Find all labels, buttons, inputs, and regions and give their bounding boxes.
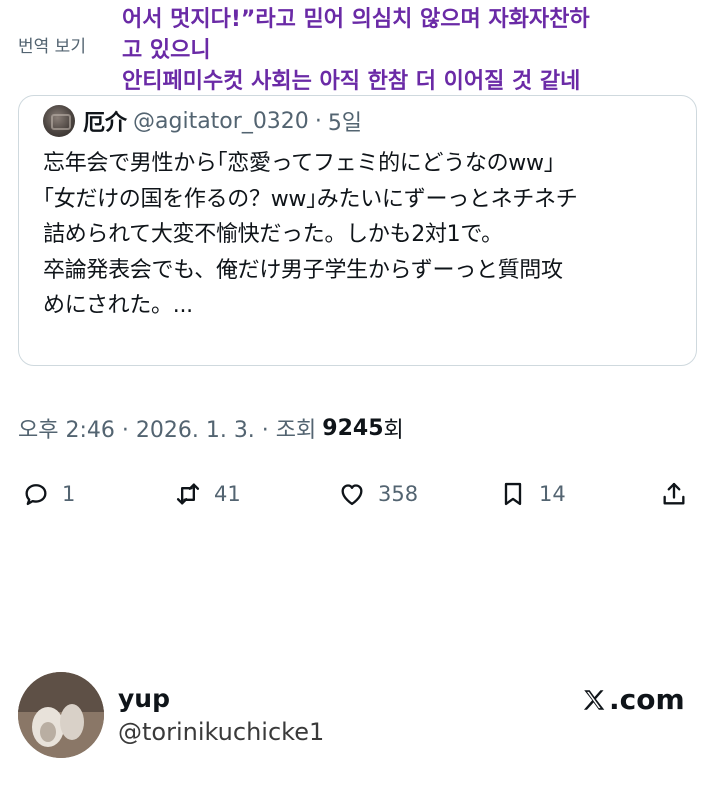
quoted-tweet-header: 厄介 @agitator_0320 · 5일 bbox=[43, 104, 362, 138]
quoted-tweet-time[interactable]: 5일 bbox=[328, 105, 362, 137]
brand-text: .com bbox=[609, 683, 685, 716]
dot-separator: · bbox=[314, 108, 322, 134]
quoted-author-avatar[interactable] bbox=[43, 105, 75, 137]
repost-count: 41 bbox=[214, 482, 241, 506]
quoted-author-name[interactable]: 厄介 bbox=[83, 105, 127, 137]
quoted-tweet-line: 卒論発表会でも、俺だけ男子学生からずーっと質問攻 bbox=[43, 257, 563, 283]
like-count: 358 bbox=[378, 482, 419, 506]
quoted-author-handle[interactable]: @agitator_0320 bbox=[133, 109, 309, 134]
translated-text: 어서 멋지다!”라고 믿어 의심치 않으며 자화자찬하 고 있으니 안티페미수컷… bbox=[122, 4, 702, 97]
heart-icon bbox=[341, 484, 363, 506]
action-bar: 1 41 358 14 bbox=[18, 476, 698, 512]
repost-arrows-icon bbox=[176, 483, 200, 505]
share-upload-icon bbox=[663, 482, 685, 505]
translated-line: 고 있으니 bbox=[122, 38, 211, 63]
like-button[interactable]: 358 bbox=[338, 476, 418, 512]
author-avatar[interactable] bbox=[18, 672, 104, 758]
views-count: 9245 bbox=[322, 415, 384, 441]
reply-button[interactable]: 1 bbox=[22, 476, 75, 512]
repost-button[interactable]: 41 bbox=[174, 476, 241, 512]
brand-watermark: .com bbox=[581, 683, 685, 716]
translated-line: 어서 멋지다!”라고 믿어 의심치 않으며 자화자찬하 bbox=[122, 7, 590, 32]
reply-count: 1 bbox=[62, 482, 76, 506]
quoted-tweet-line: 詰められて大変不愉快だった。しかも2対1で。 bbox=[43, 222, 503, 247]
tweet-meta: 오후 2:46 · 2026. 1. 3. · 조회 9245 회 bbox=[18, 412, 404, 444]
share-button[interactable] bbox=[660, 476, 688, 512]
tweet-timestamp[interactable]: 오후 2:46 · 2026. 1. 3. · 조회 bbox=[18, 412, 316, 444]
translated-line: 안티페미수컷 사회는 아직 한참 더 이어질 것 같네 bbox=[122, 69, 581, 94]
bookmark-count: 14 bbox=[539, 482, 566, 506]
quoted-tweet-line: 忘年会で男性から｢恋愛ってフェミ的にどうなのww｣ bbox=[43, 151, 555, 176]
translate-link[interactable]: 번역 보기 bbox=[18, 32, 86, 57]
bookmark-button[interactable]: 14 bbox=[499, 476, 566, 512]
quoted-tweet-card[interactable]: 厄介 @agitator_0320 · 5일 忘年会で男性から｢恋愛ってフェミ的… bbox=[18, 95, 697, 366]
reply-bubble-icon bbox=[25, 484, 47, 506]
author-name[interactable]: yup bbox=[118, 684, 170, 713]
bookmark-icon bbox=[504, 482, 522, 506]
avatar-photo bbox=[18, 672, 104, 758]
author-handle[interactable]: @torinikuchicke1 bbox=[118, 718, 324, 746]
quoted-tweet-line: ｢女だけの国を作るの？ww｣みたいにずーっとネチネチ bbox=[43, 186, 578, 212]
quoted-tweet-body: 忘年会で男性から｢恋愛ってフェミ的にどうなのww｣ ｢女だけの国を作るの？ww｣… bbox=[43, 146, 693, 324]
views-label: 회 bbox=[383, 418, 404, 443]
x-logo-icon bbox=[583, 689, 605, 710]
quoted-tweet-line: めにされた。... bbox=[43, 293, 193, 318]
